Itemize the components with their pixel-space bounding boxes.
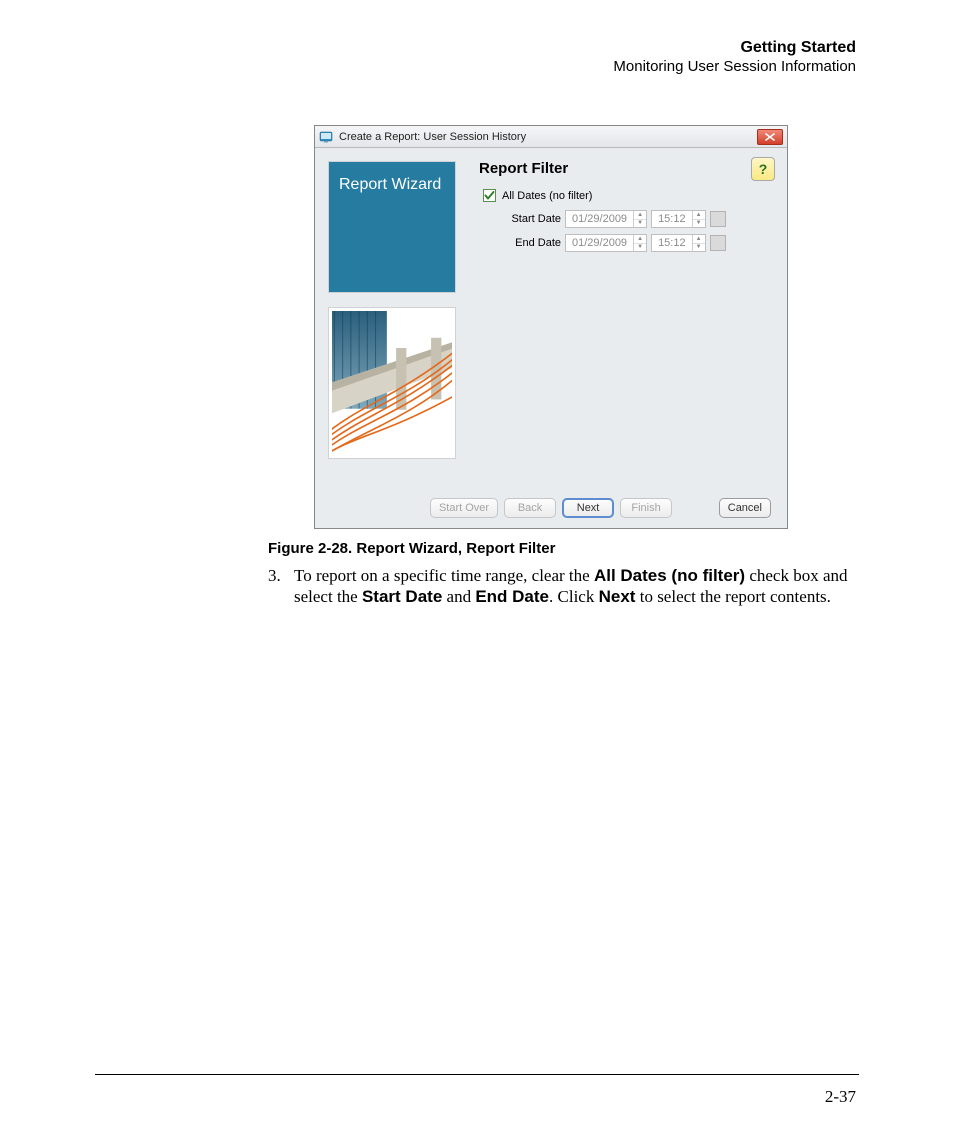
dialog-footer: Start Over Back Next Finish Cancel [315,488,787,528]
wizard-title-tile: Report Wizard [328,161,456,293]
report-wizard-dialog: Create a Report: User Session History Re… [314,125,788,529]
cancel-button[interactable]: Cancel [719,498,771,518]
footer-rule [95,1074,859,1075]
dialog-titlebar[interactable]: Create a Report: User Session History [315,126,787,148]
help-button[interactable]: ? [751,157,775,181]
running-header: Getting Started Monitoring User Session … [613,38,856,77]
section-heading: Report Filter [479,160,771,177]
wizard-sidebar: Report Wizard [315,148,467,488]
all-dates-row[interactable]: All Dates (no filter) [483,189,771,202]
start-over-button[interactable]: Start Over [430,498,498,518]
step-number: 3. [268,565,294,586]
end-date-row: End Date 01/29/2009 ▲▼ 15:12 ▲▼ [479,234,771,252]
document-page: Getting Started Monitoring User Session … [0,0,954,1145]
app-icon [319,131,333,143]
end-time-input[interactable]: 15:12 ▲▼ [651,234,706,252]
spinner-icon[interactable]: ▲▼ [633,235,646,251]
filter-controls: All Dates (no filter) Start Date 01/29/2… [479,189,771,252]
start-date-row: Start Date 01/29/2009 ▲▼ 15:12 ▲▼ [479,210,771,228]
dialog-title: Create a Report: User Session History [339,131,757,143]
dialog-body: Report Wizard [315,148,787,488]
figure-caption: Figure 2-28. Report Wizard, Report Filte… [268,540,555,557]
spinner-icon[interactable]: ▲▼ [692,211,705,227]
next-button[interactable]: Next [562,498,614,518]
start-date-label: Start Date [479,213,561,225]
all-dates-label: All Dates (no filter) [502,190,592,202]
dialog-content: Report Filter ? All Dates (no filter) St… [467,148,787,488]
question-icon: ? [759,161,768,177]
calendar-icon[interactable] [710,235,726,251]
spinner-icon[interactable]: ▲▼ [633,211,646,227]
instruction-step: 3.To report on a specific time range, cl… [268,565,868,608]
calendar-icon[interactable] [710,211,726,227]
spinner-icon[interactable]: ▲▼ [692,235,705,251]
finish-button[interactable]: Finish [620,498,672,518]
wizard-decorative-image [328,307,456,459]
page-number: 2-37 [825,1087,856,1107]
end-date-label: End Date [479,237,561,249]
all-dates-checkbox[interactable] [483,189,496,202]
back-button[interactable]: Back [504,498,556,518]
start-time-input[interactable]: 15:12 ▲▼ [651,210,706,228]
header-chapter: Getting Started [613,38,856,58]
end-date-input[interactable]: 01/29/2009 ▲▼ [565,234,647,252]
header-section: Monitoring User Session Information [613,58,856,77]
start-date-input[interactable]: 01/29/2009 ▲▼ [565,210,647,228]
close-icon[interactable] [757,129,783,145]
